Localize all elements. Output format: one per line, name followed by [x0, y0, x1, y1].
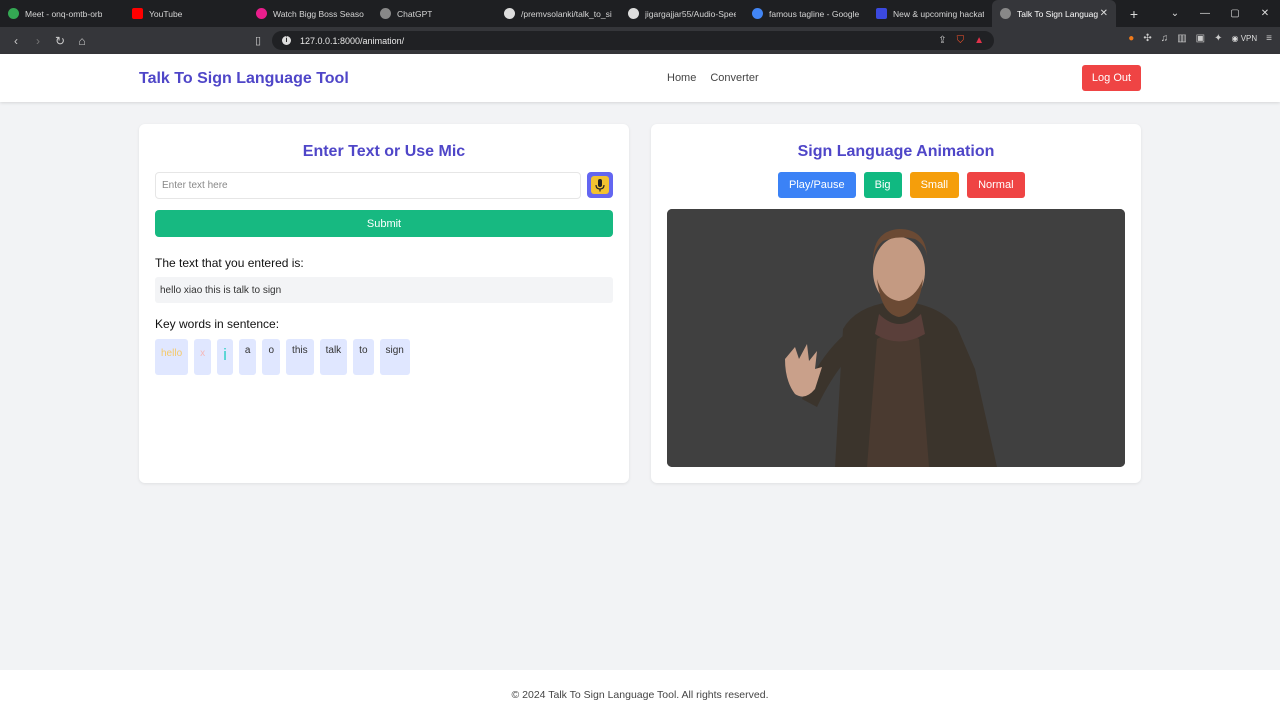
forward-icon[interactable]: ›	[28, 34, 48, 48]
entered-text-label: The text that you entered is:	[155, 256, 304, 270]
google-icon	[752, 8, 763, 19]
github-icon	[504, 8, 515, 19]
animation-card: Sign Language Animation Play/Pause Big S…	[651, 124, 1141, 483]
puzzle-icon[interactable]: ✣	[1143, 33, 1151, 44]
new-tab-button[interactable]: +	[1124, 6, 1144, 22]
browser-tab-bar: Meet - onq-omtb-orb YouTube Watch Bigg B…	[0, 0, 1280, 27]
small-button[interactable]: Small	[909, 172, 960, 198]
keyword-o: o	[262, 339, 281, 375]
close-tab-icon[interactable]: ✕	[1100, 8, 1108, 19]
sidebar-icon[interactable]: ▥	[1177, 33, 1186, 44]
animation-controls: Play/Pause Big Small Normal	[778, 172, 1025, 198]
site-info-icon[interactable]: i	[282, 36, 291, 45]
reload-icon[interactable]: ↻	[50, 34, 70, 48]
jiocinema-icon	[256, 8, 267, 19]
submit-button[interactable]: Submit	[155, 210, 613, 237]
devpost-icon	[876, 8, 887, 19]
tab-chatgpt[interactable]: ChatGPT	[372, 0, 496, 27]
chatgpt-icon	[380, 8, 391, 19]
tab-bigg-boss[interactable]: Watch Bigg Boss Season	[248, 0, 372, 27]
signer-figure	[667, 209, 1125, 467]
address-bar[interactable]: i 127.0.0.1:8000/animation/ ⇪ ⛉ ▲	[272, 31, 994, 50]
browser-toolbar: ‹ › ↻ ⌂ ▯ i 127.0.0.1:8000/animation/ ⇪ …	[0, 27, 1280, 54]
vpn-button[interactable]: ◉ VPN	[1232, 34, 1258, 43]
tab-meet[interactable]: Meet - onq-omtb-orb	[0, 0, 124, 27]
vpn-label: VPN	[1240, 34, 1258, 43]
keyword-hello: hello	[155, 339, 189, 375]
brand-title[interactable]: Talk To Sign Language Tool	[139, 70, 349, 88]
keywords-list: hello x i a o this talk to sign	[155, 339, 410, 375]
sign-animation-video[interactable]	[667, 209, 1125, 467]
tab-talk-to-sign[interactable]: Talk To Sign Languag ✕	[992, 0, 1116, 27]
keyword-a: a	[238, 339, 257, 375]
keyword-to: to	[353, 339, 374, 375]
music-icon[interactable]: ♫	[1161, 33, 1169, 44]
tab-github-talk-to-sign[interactable]: /premvsolanki/talk_to_sig	[496, 0, 620, 27]
brave-shield-icon[interactable]: ⛉	[957, 35, 965, 46]
mic-button[interactable]	[587, 172, 613, 198]
keyword-talk: talk	[319, 339, 348, 375]
back-icon[interactable]: ‹	[6, 34, 26, 48]
normal-button[interactable]: Normal	[967, 172, 1025, 198]
meet-icon	[8, 8, 19, 19]
maximize-icon[interactable]: ▢	[1220, 8, 1250, 19]
window-controls: ⌄ — ▢ ✕	[1160, 0, 1280, 27]
microphone-icon	[591, 176, 609, 194]
url-text: 127.0.0.1:8000/animation/	[300, 35, 405, 46]
github-icon	[628, 8, 639, 19]
bookmark-icon[interactable]: ▯	[255, 34, 261, 47]
brave-rewards-icon[interactable]: ▲	[974, 35, 984, 46]
play-pause-button[interactable]: Play/Pause	[778, 172, 856, 198]
nav-home[interactable]: Home	[667, 72, 696, 84]
entered-text-value: hello xiao this is talk to sign	[155, 277, 613, 303]
nav-converter[interactable]: Converter	[710, 72, 758, 84]
leo-icon[interactable]: ✦	[1214, 33, 1222, 44]
text-input[interactable]	[155, 172, 581, 199]
keyword-sign: sign	[379, 339, 410, 375]
youtube-icon	[132, 8, 143, 19]
home-icon[interactable]: ⌂	[72, 34, 92, 48]
keywords-label: Key words in sentence:	[155, 317, 280, 331]
extension-icon[interactable]: ●	[1128, 33, 1134, 44]
app-header: Talk To Sign Language Tool Home Converte…	[0, 54, 1280, 102]
tab-github-audio[interactable]: jigargajjar55/Audio-Spee	[620, 0, 744, 27]
text-input-card: Enter Text or Use Mic Submit The text th…	[139, 124, 629, 483]
input-card-title: Enter Text or Use Mic	[302, 143, 466, 160]
extensions-area: ● ✣ ♫ ▥ ▣ ✦ ◉ VPN ≡	[1128, 33, 1272, 44]
footer: © 2024 Talk To Sign Language Tool. All r…	[0, 670, 1280, 720]
share-icon[interactable]: ⇪	[938, 35, 946, 46]
tab-google[interactable]: famous tagline - Google S	[744, 0, 868, 27]
tab-devpost[interactable]: New & upcoming hackath	[868, 0, 992, 27]
main-nav: Home Converter	[667, 72, 759, 84]
tab-search-icon[interactable]: ⌄	[1160, 8, 1190, 19]
keyword-i: i	[217, 339, 233, 375]
tab-youtube[interactable]: YouTube	[124, 0, 248, 27]
animation-card-title: Sign Language Animation	[797, 143, 995, 160]
globe-icon	[1000, 8, 1011, 19]
close-window-icon[interactable]: ✕	[1250, 8, 1280, 19]
big-button[interactable]: Big	[863, 172, 902, 198]
keyword-this: this	[286, 339, 314, 375]
logout-button[interactable]: Log Out	[1082, 65, 1141, 91]
wallet-icon[interactable]: ▣	[1196, 33, 1205, 44]
menu-icon[interactable]: ≡	[1266, 33, 1272, 44]
minimize-icon[interactable]: —	[1190, 8, 1220, 19]
keyword-x: x	[194, 339, 212, 375]
